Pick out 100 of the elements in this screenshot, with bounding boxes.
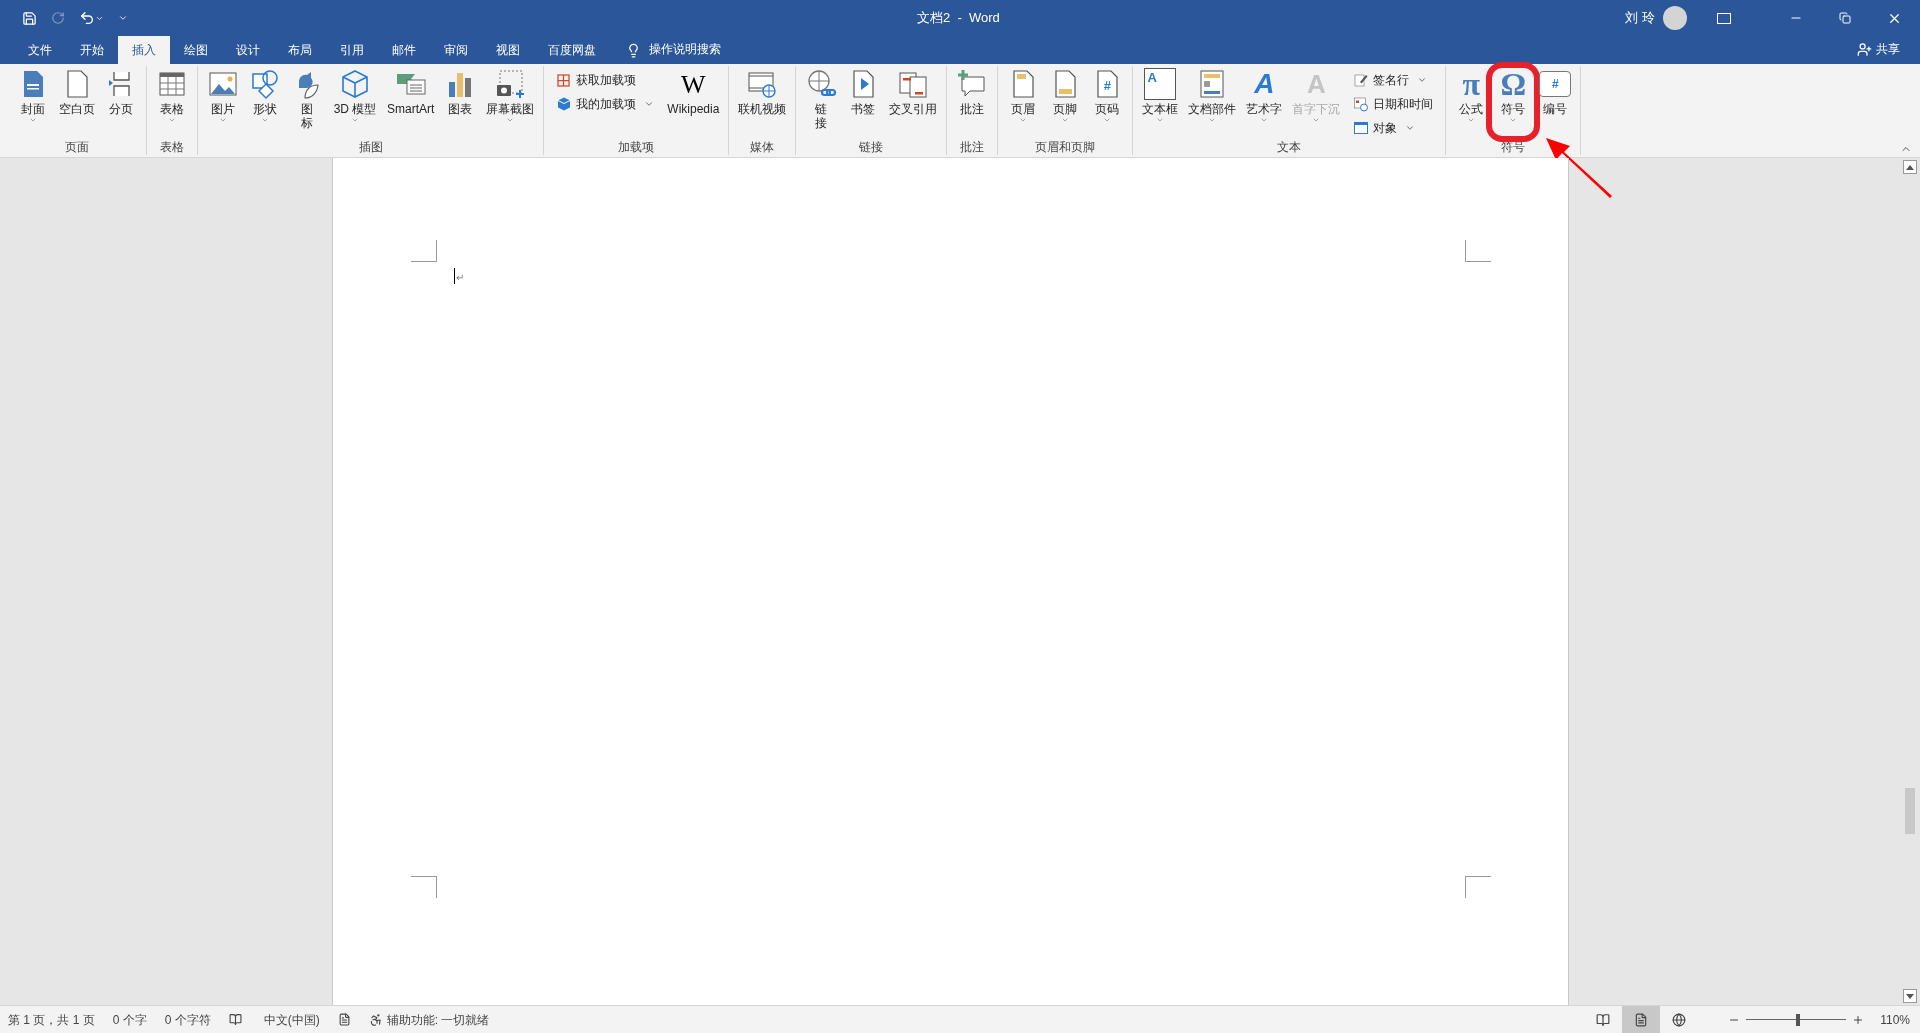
caret-icon xyxy=(261,116,269,124)
macro-icon[interactable] xyxy=(337,1013,351,1026)
ribbon-button[interactable]: π 公式 xyxy=(1450,66,1493,124)
document-page[interactable]: ↵ xyxy=(331,158,1569,1005)
margin-corner-mark xyxy=(410,876,437,898)
caret-icon xyxy=(168,116,176,124)
ribbon-tab[interactable]: 插入 xyxy=(118,36,170,64)
ribbon-button[interactable]: 页眉 xyxy=(1002,66,1045,124)
ribbon-button[interactable]: 形状 xyxy=(244,66,286,124)
pi-icon: π xyxy=(1455,68,1488,100)
ribbon-tab[interactable]: 布局 xyxy=(274,36,326,64)
view-button[interactable] xyxy=(1622,1006,1661,1033)
ribbon-button[interactable]: 封面 xyxy=(12,66,54,124)
zoom-in-icon[interactable] xyxy=(1852,1013,1865,1026)
caret-icon xyxy=(1467,116,1476,124)
proofing-icon[interactable] xyxy=(228,1013,242,1026)
ribbon-button[interactable]: SmartArt xyxy=(382,66,440,124)
caret-icon xyxy=(644,99,655,109)
zoom-thumb[interactable] xyxy=(1796,1013,1801,1026)
ribbon-button[interactable]: 分页 xyxy=(100,66,142,124)
char-count[interactable]: 0 个字符 xyxy=(164,1010,211,1029)
calendar-clock-icon xyxy=(1353,96,1370,112)
view-icon xyxy=(1596,1012,1611,1027)
restore-icon[interactable] xyxy=(1839,12,1851,24)
zoom-level[interactable]: 110% xyxy=(1880,1010,1910,1029)
ribbon-button[interactable]: Ω 符号 xyxy=(1492,66,1535,124)
caret-icon xyxy=(1417,75,1428,85)
ribbon-button[interactable]: 签名行 xyxy=(1349,68,1438,92)
caret-icon xyxy=(351,116,359,124)
wikipedia-logo-icon: W xyxy=(677,68,710,100)
caret-icon xyxy=(1260,116,1269,124)
ribbon-tab[interactable]: 审阅 xyxy=(430,36,482,64)
caret-icon xyxy=(1208,116,1217,124)
caret-icon xyxy=(1019,116,1028,124)
vertical-scrollbar[interactable] xyxy=(1900,158,1920,1005)
ribbon-button[interactable]: 批注 xyxy=(951,66,994,124)
text-box-icon: A xyxy=(1144,68,1177,100)
caret-icon xyxy=(1061,116,1070,124)
scroll-thumb[interactable] xyxy=(1905,788,1915,834)
ribbon-button[interactable]: 书签 xyxy=(842,66,885,124)
ribbon-button[interactable]: 获取加载项 xyxy=(552,68,659,92)
ribbon-tab[interactable]: 绘图 xyxy=(170,36,222,64)
page-count[interactable]: 第 1 页，共 1 页 xyxy=(8,1010,95,1029)
view-icon xyxy=(1634,1012,1649,1027)
word-art-icon: A xyxy=(1248,68,1281,100)
ribbon-button[interactable]: 图标 xyxy=(286,66,328,138)
caret-icon xyxy=(1312,116,1321,124)
ribbon-button[interactable]: 对象 xyxy=(1349,116,1438,140)
scroll-up-icon[interactable] xyxy=(1903,160,1917,174)
word-count[interactable]: 0 个字 xyxy=(112,1010,147,1029)
ribbon-display-options-icon[interactable] xyxy=(1717,12,1731,24)
language-indicator[interactable]: 中文(中国) xyxy=(263,1010,320,1029)
ribbon-tab[interactable]: 百度网盘 xyxy=(534,36,610,64)
ribbon-button[interactable]: 空白页 xyxy=(54,66,100,124)
ribbon-button[interactable]: 日期和时间 xyxy=(1349,92,1438,116)
ribbon-tab[interactable]: 文件 xyxy=(14,36,66,64)
ribbon-button[interactable]: 页脚 xyxy=(1044,66,1087,124)
ribbon-button[interactable]: 表格 xyxy=(151,66,193,124)
caret-icon xyxy=(1509,116,1518,124)
avatar-icon[interactable] xyxy=(1663,6,1687,30)
share-button[interactable]: 共享 xyxy=(1876,40,1900,58)
ribbon-tab[interactable]: 邮件 xyxy=(378,36,430,64)
cube-icon xyxy=(556,96,573,112)
undo-icon[interactable] xyxy=(79,10,95,26)
user-name: 刘 玲 xyxy=(1625,9,1655,28)
ribbon-button[interactable]: 联机视频 xyxy=(733,66,792,124)
accessibility-status[interactable]: 辅助功能: 一切就绪 xyxy=(386,1010,490,1029)
margin-corner-mark xyxy=(1464,240,1491,262)
ribbon-button[interactable]: 屏幕截图 xyxy=(481,66,540,124)
ribbon-button[interactable]: 3D 模型 xyxy=(328,66,382,124)
lightbulb-icon[interactable] xyxy=(626,43,641,58)
ribbon-tab[interactable]: 开始 xyxy=(66,36,118,64)
ribbon-tab[interactable]: 设计 xyxy=(222,36,274,64)
save-icon[interactable] xyxy=(22,10,37,26)
customize-toolbar-icon[interactable] xyxy=(118,13,128,23)
accessibility-icon[interactable] xyxy=(368,1012,383,1027)
ribbon-button[interactable]: 交叉引用 xyxy=(884,66,943,124)
ribbon-button[interactable]: W Wikipedia xyxy=(662,66,725,124)
ribbon-button[interactable]: # 编号 xyxy=(1534,66,1577,124)
ribbon-button[interactable]: 链接 xyxy=(800,66,843,138)
caret-icon xyxy=(1156,116,1165,124)
tell-me-search[interactable]: 操作说明搜索 xyxy=(649,40,721,58)
ribbon-tab[interactable]: 视图 xyxy=(482,36,534,64)
scroll-down-icon[interactable] xyxy=(1903,989,1917,1003)
numbering-icon: # xyxy=(1539,71,1572,97)
ribbon-button[interactable]: 图表 xyxy=(439,66,482,124)
window-title: 文档2 - Word xyxy=(917,9,1000,28)
ribbon-button[interactable]: 我的加载项 xyxy=(552,92,659,116)
view-icon xyxy=(1672,1012,1687,1027)
zoom-slider[interactable] xyxy=(1746,1013,1847,1026)
caret-icon xyxy=(1405,123,1416,133)
margin-corner-mark xyxy=(1464,876,1491,898)
ribbon-button[interactable]: 图片 xyxy=(202,66,244,124)
ribbon-button[interactable]: A 文本框 xyxy=(1137,66,1184,124)
shapes-icon xyxy=(249,68,281,100)
ribbon-button[interactable]: A 艺术字 xyxy=(1241,66,1288,124)
ribbon-button[interactable]: # 页码 xyxy=(1086,66,1129,124)
ribbon-tab[interactable]: 引用 xyxy=(326,36,378,64)
share-icon[interactable] xyxy=(1857,41,1872,57)
ribbon-button[interactable]: 文档部件 xyxy=(1183,66,1242,124)
